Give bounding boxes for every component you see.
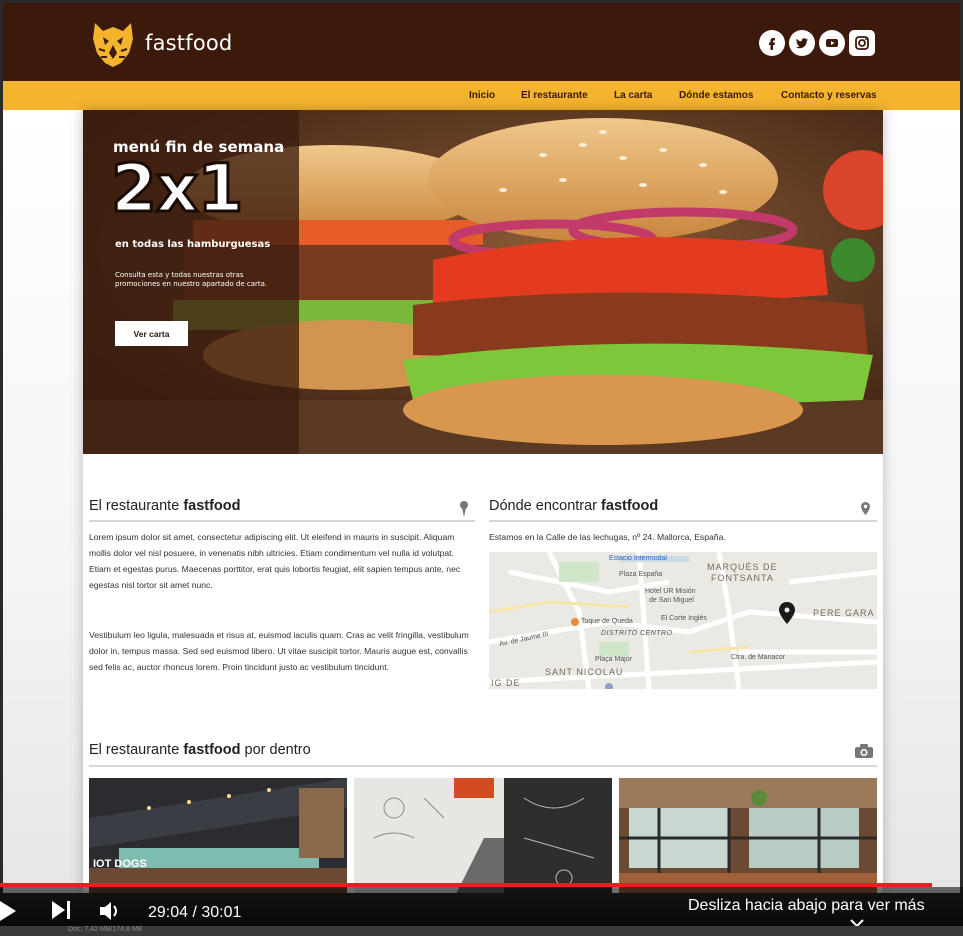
map-label-distrito: DISTRITO CENTRO xyxy=(601,630,673,637)
interior-photo-1[interactable]: IOT DOGS xyxy=(89,778,347,893)
main-navigation: Inicio El restaurante La carta Dónde est… xyxy=(3,81,960,110)
location-section-divider xyxy=(489,520,877,522)
website-page: fastfood Inicio El restaurante La carta … xyxy=(3,3,960,893)
next-icon[interactable] xyxy=(52,901,72,919)
video-time: 29:04 / 30:01 xyxy=(148,904,242,921)
youtube-icon[interactable] xyxy=(819,30,845,56)
facebook-icon[interactable] xyxy=(759,30,785,56)
instagram-icon[interactable] xyxy=(849,30,875,56)
location-map[interactable]: Estació Intermodal Plaza España MARQUÉS … xyxy=(489,552,877,689)
site-header: fastfood xyxy=(3,3,960,81)
camera-icon xyxy=(855,744,873,758)
promo-subtitle: en todas las hamburguesas xyxy=(115,239,271,250)
map-label-marques: MARQUÉS DE xyxy=(707,562,778,572)
tiger-logo-icon[interactable] xyxy=(89,19,137,69)
map-label-sant-nicolau: SANT NICOLAU xyxy=(545,667,624,677)
main-content: menú fin de semana 2x1 en todas las hamb… xyxy=(83,110,883,893)
nav-item-el-restaurante[interactable]: El restaurante xyxy=(521,90,588,101)
location-pin-icon xyxy=(861,502,870,515)
nav-item-donde-estamos[interactable]: Dónde estamos xyxy=(679,90,753,101)
map-label-hotel-1: Hotel UR Misión xyxy=(645,588,696,595)
promo-big-title: 2x1 xyxy=(109,150,244,227)
nav-item-inicio[interactable]: Inicio xyxy=(469,90,495,101)
restaurant-section-title: El restaurante fastfood xyxy=(89,498,241,514)
restaurant-paragraph-2: Vestibulum leo ligula, malesuada et risu… xyxy=(89,630,469,672)
hot-dogs-sign: IOT DOGS xyxy=(93,858,147,870)
volume-icon[interactable] xyxy=(100,901,124,921)
map-label-manacor: Ctra. de Manacor xyxy=(731,654,786,661)
map-label-plaza-espana: Plaza España xyxy=(619,571,663,578)
map-label-hotel-2: de San Miguel xyxy=(649,597,694,604)
scroll-hint: Desliza hacia abajo para ver más xyxy=(688,897,925,914)
map-label-pere-gara: PERE GARA xyxy=(813,608,875,618)
location-section-title: Dónde encontrar fastfood xyxy=(489,498,659,514)
interior-photo-2[interactable] xyxy=(354,778,612,893)
play-icon[interactable] xyxy=(0,901,18,921)
map-label-estacio: Estació Intermodal xyxy=(609,555,667,562)
promo-description: Consulta esta y todas nuestras otras pro… xyxy=(115,271,268,289)
inside-section-title: El restaurante fastfood por dentro xyxy=(89,742,311,758)
nav-item-la-carta[interactable]: La carta xyxy=(614,90,652,101)
hero-banner: menú fin de semana 2x1 en todas las hamb… xyxy=(83,110,883,454)
ice-cream-icon xyxy=(460,501,468,517)
restaurant-section-divider xyxy=(89,520,475,522)
map-label-corte: El Corte Inglés xyxy=(661,615,707,622)
map-label-ig-de: IG DE xyxy=(491,678,521,688)
interior-photo-3[interactable] xyxy=(619,778,877,893)
map-label-plaza-major: Plaça Major xyxy=(595,656,632,663)
map-label-fontsanta: FONTSANTA xyxy=(711,573,774,583)
inside-section-divider xyxy=(89,765,877,767)
restaurant-paragraph-1: Lorem ipsum dolor sit amet, consectetur … xyxy=(89,532,461,590)
ver-carta-button[interactable]: Ver carta xyxy=(115,321,188,346)
location-address: Estamos en la Calle de las lechugas, nº … xyxy=(489,532,726,542)
twitter-icon[interactable] xyxy=(789,30,815,56)
document-size-status: Doc: 7,42 MB/174,8 MB xyxy=(68,926,143,933)
brand-name[interactable]: fastfood xyxy=(145,31,232,55)
nav-item-contacto[interactable]: Contacto y reservas xyxy=(781,90,877,101)
map-label-toque: Toque de Queda xyxy=(581,618,633,625)
status-strip: Doc: 7,42 MB/174,8 MB xyxy=(0,926,963,936)
